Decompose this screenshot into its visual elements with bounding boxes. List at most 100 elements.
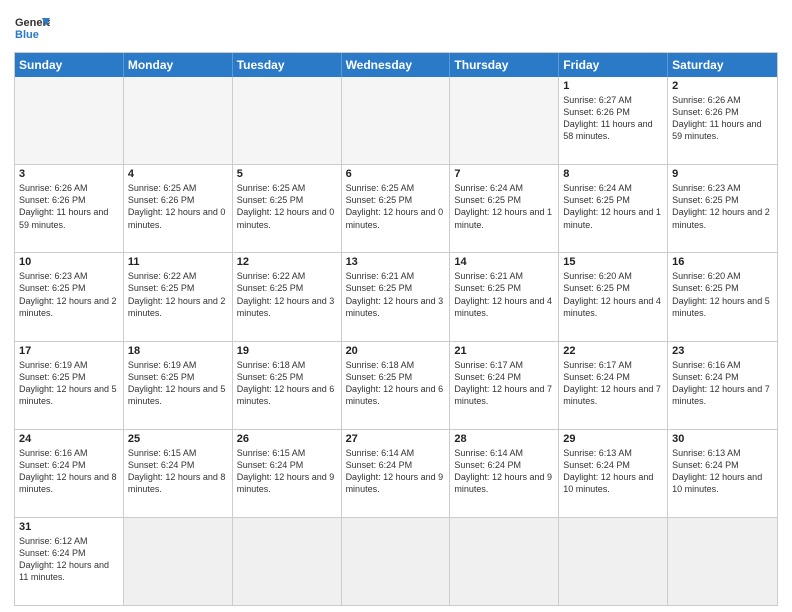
day-number: 1 — [563, 80, 663, 92]
day-number: 22 — [563, 345, 663, 357]
day-info: Sunrise: 6:23 AM Sunset: 6:25 PM Dayligh… — [672, 182, 773, 231]
day-info: Sunrise: 6:15 AM Sunset: 6:24 PM Dayligh… — [237, 447, 337, 496]
day-number: 3 — [19, 168, 119, 180]
day-cell-11: 11Sunrise: 6:22 AM Sunset: 6:25 PM Dayli… — [124, 253, 233, 340]
day-cell-24: 24 Sunrise: 6:16 AM Sunset: 6:24 PM Dayli… — [15, 430, 124, 517]
calendar: SundayMondayTuesdayWednesdayThursdayFrid… — [14, 52, 778, 606]
day-info: Sunrise: 6:23 AM Sunset: 6:25 PM Dayligh… — [19, 270, 119, 319]
day-number: 23 — [672, 345, 773, 357]
day-number: 25 — [128, 433, 228, 445]
calendar-row-5: 31Sunrise: 6:12 AM Sunset: 6:24 PM Dayli… — [15, 517, 777, 605]
empty-cell — [233, 77, 342, 164]
day-number: 2 — [672, 80, 773, 92]
day-number: 4 — [128, 168, 228, 180]
empty-cell — [124, 77, 233, 164]
weekday-header-monday: Monday — [124, 53, 233, 77]
empty-cell — [559, 518, 668, 605]
weekday-header-tuesday: Tuesday — [233, 53, 342, 77]
day-cell-18: 18 Sunrise: 6:19 AM Sunset: 6:25 PM Dayli… — [124, 342, 233, 429]
day-cell-8: 8Sunrise: 6:24 AM Sunset: 6:25 PM Daylig… — [559, 165, 668, 252]
day-number: 27 — [346, 433, 446, 445]
empty-cell — [15, 77, 124, 164]
day-info: Sunrise: 6:13 AM Sunset: 6:24 PM Dayligh… — [563, 447, 663, 496]
day-number: 13 — [346, 256, 446, 268]
day-cell-6: 6Sunrise: 6:25 AM Sunset: 6:25 PM Daylig… — [342, 165, 451, 252]
day-number: 18 — [128, 345, 228, 357]
day-number: 16 — [672, 256, 773, 268]
calendar-row-4: 24 Sunrise: 6:16 AM Sunset: 6:24 PM Dayli… — [15, 429, 777, 517]
day-info: Sunrise: 6:17 AM Sunset: 6:24 PM Dayligh… — [454, 359, 554, 408]
calendar-page: General Blue SundayMondayTuesdayWednesda… — [0, 0, 792, 612]
weekday-header-sunday: Sunday — [15, 53, 124, 77]
day-number: 20 — [346, 345, 446, 357]
day-info: Sunrise: 6:16 AM Sunset: 6:24 PM Dayligh… — [672, 359, 773, 408]
day-info: Sunrise: 6:14 AM Sunset: 6:24 PM Dayligh… — [346, 447, 446, 496]
weekday-header-saturday: Saturday — [668, 53, 777, 77]
day-cell-12: 12 Sunrise: 6:22 AM Sunset: 6:25 PM Dayli… — [233, 253, 342, 340]
day-cell-3: 3Sunrise: 6:26 AM Sunset: 6:26 PM Daylig… — [15, 165, 124, 252]
day-number: 12 — [237, 256, 337, 268]
day-cell-14: 14Sunrise: 6:21 AM Sunset: 6:25 PM Dayli… — [450, 253, 559, 340]
day-cell-19: 19Sunrise: 6:18 AM Sunset: 6:25 PM Dayli… — [233, 342, 342, 429]
day-cell-16: 16 Sunrise: 6:20 AM Sunset: 6:25 PM Dayli… — [668, 253, 777, 340]
day-cell-9: 9Sunrise: 6:23 AM Sunset: 6:25 PM Daylig… — [668, 165, 777, 252]
calendar-row-1: 3Sunrise: 6:26 AM Sunset: 6:26 PM Daylig… — [15, 164, 777, 252]
day-cell-1: 1Sunrise: 6:27 AM Sunset: 6:26 PM Daylig… — [559, 77, 668, 164]
calendar-row-3: 17 Sunrise: 6:19 AM Sunset: 6:25 PM Dayli… — [15, 341, 777, 429]
calendar-body: 1Sunrise: 6:27 AM Sunset: 6:26 PM Daylig… — [15, 77, 777, 605]
empty-cell — [233, 518, 342, 605]
day-number: 26 — [237, 433, 337, 445]
empty-cell — [124, 518, 233, 605]
day-info: Sunrise: 6:25 AM Sunset: 6:25 PM Dayligh… — [346, 182, 446, 231]
day-info: Sunrise: 6:22 AM Sunset: 6:25 PM Dayligh… — [237, 270, 337, 319]
day-number: 7 — [454, 168, 554, 180]
day-info: Sunrise: 6:25 AM Sunset: 6:26 PM Dayligh… — [128, 182, 228, 231]
day-number: 5 — [237, 168, 337, 180]
generalblue-logo-icon: General Blue — [14, 10, 50, 46]
day-number: 15 — [563, 256, 663, 268]
day-info: Sunrise: 6:19 AM Sunset: 6:25 PM Dayligh… — [128, 359, 228, 408]
day-number: 11 — [128, 256, 228, 268]
header: General Blue — [14, 10, 778, 46]
day-info: Sunrise: 6:20 AM Sunset: 6:25 PM Dayligh… — [672, 270, 773, 319]
day-info: Sunrise: 6:26 AM Sunset: 6:26 PM Dayligh… — [672, 94, 773, 143]
day-info: Sunrise: 6:24 AM Sunset: 6:25 PM Dayligh… — [454, 182, 554, 231]
logo: General Blue — [14, 10, 50, 46]
day-cell-22: 22 Sunrise: 6:17 AM Sunset: 6:24 PM Dayli… — [559, 342, 668, 429]
empty-cell — [450, 77, 559, 164]
day-number: 29 — [563, 433, 663, 445]
day-info: Sunrise: 6:16 AM Sunset: 6:24 PM Dayligh… — [19, 447, 119, 496]
day-number: 14 — [454, 256, 554, 268]
day-cell-30: 30 Sunrise: 6:13 AM Sunset: 6:24 PM Dayli… — [668, 430, 777, 517]
day-cell-5: 5Sunrise: 6:25 AM Sunset: 6:25 PM Daylig… — [233, 165, 342, 252]
svg-text:Blue: Blue — [15, 29, 39, 41]
day-info: Sunrise: 6:19 AM Sunset: 6:25 PM Dayligh… — [19, 359, 119, 408]
day-number: 17 — [19, 345, 119, 357]
day-info: Sunrise: 6:14 AM Sunset: 6:24 PM Dayligh… — [454, 447, 554, 496]
empty-cell — [450, 518, 559, 605]
day-info: Sunrise: 6:20 AM Sunset: 6:25 PM Dayligh… — [563, 270, 663, 319]
day-cell-29: 29 Sunrise: 6:13 AM Sunset: 6:24 PM Dayli… — [559, 430, 668, 517]
day-number: 8 — [563, 168, 663, 180]
weekday-header-wednesday: Wednesday — [342, 53, 451, 77]
day-cell-21: 21Sunrise: 6:17 AM Sunset: 6:24 PM Dayli… — [450, 342, 559, 429]
day-cell-13: 13 Sunrise: 6:21 AM Sunset: 6:25 PM Dayli… — [342, 253, 451, 340]
day-cell-20: 20Sunrise: 6:18 AM Sunset: 6:25 PM Dayli… — [342, 342, 451, 429]
day-info: Sunrise: 6:13 AM Sunset: 6:24 PM Dayligh… — [672, 447, 773, 496]
day-number: 28 — [454, 433, 554, 445]
day-info: Sunrise: 6:17 AM Sunset: 6:24 PM Dayligh… — [563, 359, 663, 408]
day-cell-23: 23 Sunrise: 6:16 AM Sunset: 6:24 PM Dayli… — [668, 342, 777, 429]
day-info: Sunrise: 6:12 AM Sunset: 6:24 PM Dayligh… — [19, 535, 119, 584]
day-number: 24 — [19, 433, 119, 445]
day-number: 10 — [19, 256, 119, 268]
day-cell-26: 26 Sunrise: 6:15 AM Sunset: 6:24 PM Dayli… — [233, 430, 342, 517]
day-info: Sunrise: 6:15 AM Sunset: 6:24 PM Dayligh… — [128, 447, 228, 496]
day-info: Sunrise: 6:21 AM Sunset: 6:25 PM Dayligh… — [346, 270, 446, 319]
day-cell-7: 7 Sunrise: 6:24 AM Sunset: 6:25 PM Daylig… — [450, 165, 559, 252]
day-number: 30 — [672, 433, 773, 445]
day-number: 19 — [237, 345, 337, 357]
weekday-header-friday: Friday — [559, 53, 668, 77]
day-cell-17: 17 Sunrise: 6:19 AM Sunset: 6:25 PM Dayli… — [15, 342, 124, 429]
day-cell-31: 31Sunrise: 6:12 AM Sunset: 6:24 PM Dayli… — [15, 518, 124, 605]
calendar-header: SundayMondayTuesdayWednesdayThursdayFrid… — [15, 53, 777, 77]
